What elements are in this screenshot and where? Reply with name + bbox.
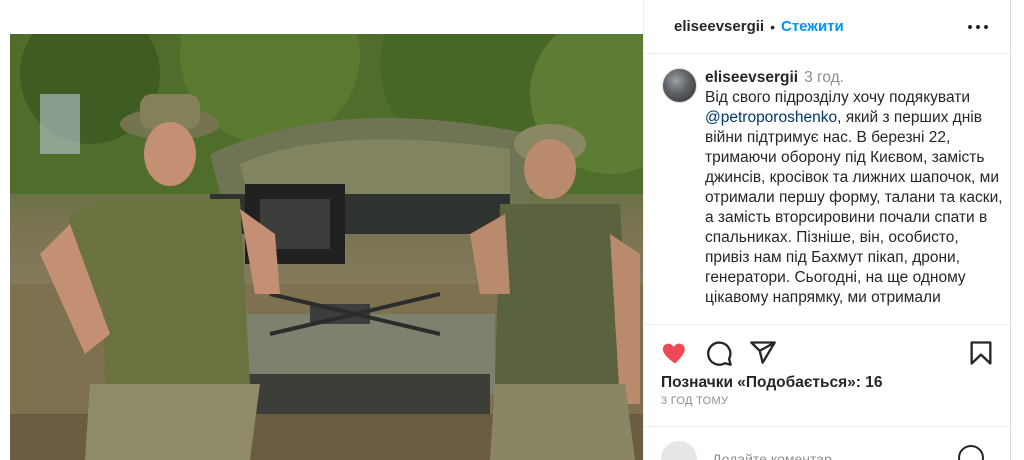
- caption-time: 3 год.: [804, 69, 844, 86]
- add-comment-bar: Додайте коментар...: [644, 426, 1010, 460]
- comment-input[interactable]: Додайте коментар...: [712, 451, 844, 460]
- bookmark-icon[interactable]: [967, 339, 995, 367]
- caption-username[interactable]: eliseevsergii: [705, 69, 798, 86]
- post-timestamp: 3 ГОД ТОМУ: [661, 395, 729, 407]
- caption-text-start: Від свого підрозділу хочу подякувати: [705, 89, 971, 106]
- emoji-icon[interactable]: [958, 445, 984, 460]
- avatar[interactable]: [662, 68, 697, 103]
- header-separator: •: [770, 18, 775, 35]
- share-icon[interactable]: [749, 339, 777, 367]
- photo-soldiers-with-drone: [10, 34, 643, 460]
- likes-count[interactable]: Позначки «Подобається»: 16: [661, 374, 883, 392]
- post-media-area: [0, 0, 643, 460]
- post-photo[interactable]: [10, 34, 643, 460]
- caption-text: eliseevsergii 3 год. Від свого підрозділу…: [705, 68, 1002, 308]
- post-header: eliseevsergii • Стежити: [644, 0, 1010, 54]
- current-user-avatar: [661, 441, 697, 460]
- more-horizontal-icon[interactable]: [968, 17, 988, 37]
- heart-icon[interactable]: [661, 339, 689, 367]
- header-username[interactable]: eliseevsergii: [674, 18, 764, 35]
- post-side-panel: eliseevsergii • Стежити eliseevsergii 3 г…: [643, 0, 1011, 460]
- caption-text-rest: , який з перших днів війни підтримує нас…: [705, 109, 1002, 306]
- comment-icon[interactable]: [705, 339, 733, 367]
- caption-comment: eliseevsergii 3 год. Від свого підрозділу…: [662, 68, 1002, 324]
- follow-button[interactable]: Стежити: [781, 18, 844, 35]
- mention-link[interactable]: @petroporoshenko: [705, 109, 837, 126]
